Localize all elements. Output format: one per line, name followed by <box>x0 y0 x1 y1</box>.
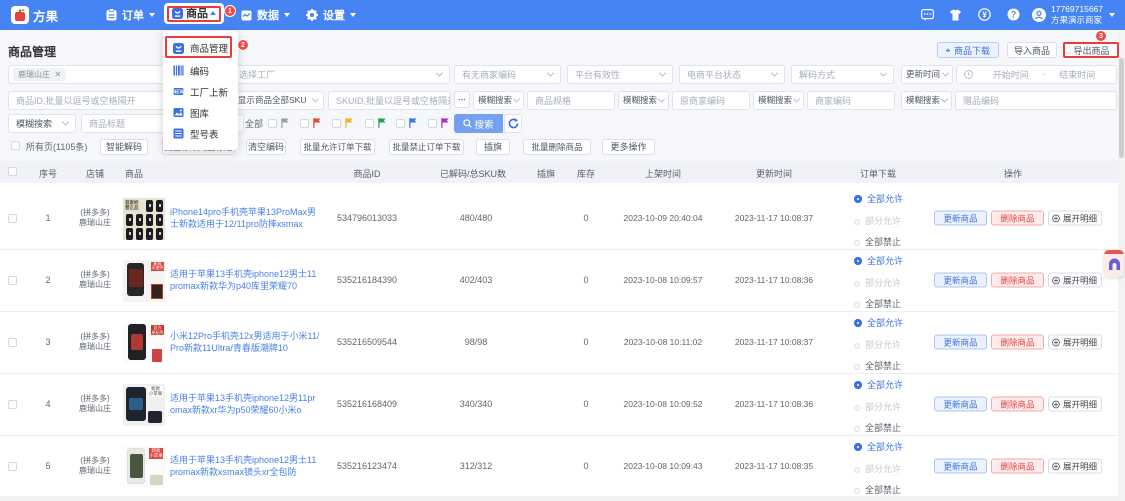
svg-text:?: ? <box>1011 10 1017 20</box>
svg-text:¥: ¥ <box>982 10 987 19</box>
svg-text:NEW: NEW <box>173 90 184 96</box>
